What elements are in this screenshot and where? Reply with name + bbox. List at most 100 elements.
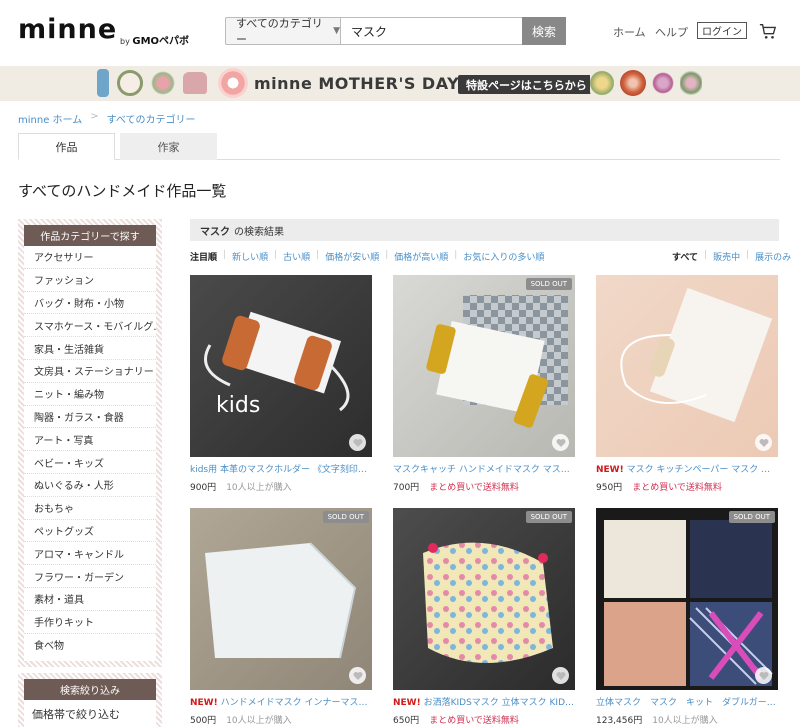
sidebar-item-flower[interactable]: フラワー・ガーデン [24, 565, 156, 588]
search-input[interactable] [340, 17, 522, 45]
filter-on-sale[interactable]: 販売中 [713, 250, 740, 263]
product-title[interactable]: NEW! マスク キッチンペーパー マスク サ… [596, 462, 778, 475]
sort-price-high[interactable]: 価格が高い順 [394, 250, 448, 263]
divider: | [223, 250, 227, 260]
product-card[interactable]: NEW! マスク キッチンペーパー マスク サ… 950円 まとめ買いで送料無料 [596, 275, 778, 493]
banner-image [151, 71, 175, 95]
product-title-text: 立体マスク マスク キット ダブルガー… [596, 698, 776, 708]
category-sidebar: 作品カテゴリーで探す アクセサリー ファッション バッグ・財布・小物 スマホケー… [18, 219, 162, 667]
banner-image [183, 72, 207, 94]
banner-special-link[interactable]: 特設ページはこちらから [458, 75, 595, 94]
sort-featured[interactable]: 注目順 [190, 250, 217, 263]
sidebar-item-bags[interactable]: バッグ・財布・小物 [24, 292, 156, 315]
chevron-down-icon: ▼ [333, 26, 340, 36]
sidebar-item-furniture[interactable]: 家具・生活雑貨 [24, 337, 156, 360]
sidebar-item-kits[interactable]: 手作りキット [24, 611, 156, 634]
cart-icon[interactable] [759, 22, 777, 40]
sort-oldest[interactable]: 古い順 [283, 250, 310, 263]
divider: | [385, 250, 389, 260]
product-title-text: ハンドメイドマスク インナーマスク 白 [220, 698, 372, 708]
product-card[interactable]: SOLD OUT NEW! お洒落KIDSマスク 立体マスク KIDS… 650… [393, 508, 575, 726]
sort-favorites[interactable]: お気に入りの多い順 [463, 250, 544, 263]
minne-logo[interactable]: minne [18, 14, 117, 45]
sort-newest[interactable]: 新しい順 [232, 250, 268, 263]
filter-all[interactable]: すべて [672, 250, 698, 263]
tab-artists[interactable]: 作家 [120, 133, 217, 160]
sidebar-item-knit[interactable]: ニット・編み物 [24, 383, 156, 406]
category-select[interactable]: すべてのカテゴリー ▼ [225, 17, 340, 46]
product-title-text: マスクキャッチ ハンドメイドマスク マス… [393, 465, 570, 475]
sidebar-item-phone-cases[interactable]: スマホケース・モバイルグ… [24, 314, 156, 338]
gmo-pepabo-logo: by GMOペパボ [120, 32, 189, 47]
favorite-heart-icon[interactable] [552, 434, 569, 451]
logo-sub-brand: GMOペパボ [132, 36, 190, 47]
home-link[interactable]: ホーム [613, 24, 646, 40]
sold-out-badge: SOLD OUT [322, 511, 369, 523]
product-card[interactable]: kids kids用 本革のマスクホルダー 《文字刻印オ… 900円 10人以上が… [190, 275, 372, 493]
sidebar-item-ceramics[interactable]: 陶器・ガラス・食器 [24, 406, 156, 429]
product-card[interactable]: SOLD OUT 立体マスク マスク キット ダブルガー… 123,456円 10… [596, 508, 778, 726]
sidebar-item-accessories[interactable]: アクセサリー [24, 246, 156, 269]
category-select-label: すべてのカテゴリー [236, 17, 323, 46]
sidebar-item-fashion[interactable]: ファッション [24, 269, 156, 292]
results-keyword: マスク [200, 226, 230, 238]
mothers-day-banner[interactable]: minne MOTHER'S DAY 特設ページはこちらから [0, 66, 800, 101]
favorite-heart-icon[interactable] [755, 434, 772, 451]
product-title[interactable]: NEW! お洒落KIDSマスク 立体マスク KIDS… [393, 695, 575, 708]
breadcrumb-all-categories[interactable]: すべてのカテゴリー [107, 111, 196, 126]
sidebar-item-aroma[interactable]: アロマ・キャンドル [24, 542, 156, 566]
product-title-text: マスク キッチンペーパー マスク サ… [626, 465, 778, 475]
sort-price-low[interactable]: 価格が安い順 [325, 250, 379, 263]
sidebar-item-food[interactable]: 食べ物 [24, 634, 156, 657]
product-price: 950円 [596, 483, 623, 493]
header: minne by GMOペパボ すべてのカテゴリー ▼ 検索 ホーム ヘルプ ロ… [0, 0, 800, 64]
product-price: 123,456円 [596, 716, 643, 726]
login-button[interactable]: ログイン [697, 22, 747, 39]
breadcrumb-home[interactable]: minne ホーム [18, 111, 82, 126]
sold-out-badge: SOLD OUT [525, 511, 572, 523]
product-title-text: kids用 本革のマスクホルダー 《文字刻印オ… [190, 465, 372, 475]
sidebar-item-baby-kids[interactable]: ベビー・キッズ [24, 451, 156, 474]
shipping-promo: まとめ買いで送料無料 [632, 483, 722, 493]
favorite-heart-icon[interactable] [755, 667, 772, 684]
search-button[interactable]: 検索 [522, 17, 566, 45]
favorite-heart-icon[interactable] [552, 667, 569, 684]
product-price: 500円 [190, 716, 217, 726]
sidebar-item-materials[interactable]: 素材・道具 [24, 588, 156, 611]
product-image[interactable]: SOLD OUT [393, 275, 575, 457]
favorite-heart-icon[interactable] [349, 667, 366, 684]
help-link[interactable]: ヘルプ [655, 24, 688, 40]
sidebar-item-stationery[interactable]: 文房具・ステーショナリー [24, 360, 156, 383]
banner-image [117, 70, 143, 96]
sidebar-item-art[interactable]: アート・写真 [24, 428, 156, 452]
new-badge: NEW! [596, 465, 624, 475]
divider: | [274, 250, 278, 260]
divider: | [454, 250, 458, 260]
product-image[interactable]: kids [190, 275, 372, 457]
product-image[interactable]: SOLD OUT [190, 508, 372, 690]
page-title: すべてのハンドメイド作品一覧 [18, 182, 227, 200]
search-bar: すべてのカテゴリー ▼ 検索 [225, 17, 566, 46]
tab-works[interactable]: 作品 [18, 133, 115, 160]
favorite-heart-icon[interactable] [349, 434, 366, 451]
product-title[interactable]: NEW! ハンドメイドマスク インナーマスク 白 [190, 695, 372, 708]
sidebar-item-dolls[interactable]: ぬいぐるみ・人形 [24, 474, 156, 497]
filter-heading: 検索絞り込み [24, 679, 156, 700]
sidebar-item-pets[interactable]: ペットグッズ [24, 520, 156, 543]
product-card[interactable]: SOLD OUT NEW! ハンドメイドマスク インナーマスク 白 500円 10… [190, 508, 372, 726]
price-filter-link[interactable]: 価格帯で絞り込む [24, 700, 156, 727]
product-image[interactable] [596, 275, 778, 457]
new-badge: NEW! [190, 698, 218, 708]
product-title[interactable]: 立体マスク マスク キット ダブルガー… [596, 695, 778, 708]
banner-image [590, 70, 614, 96]
product-image[interactable]: SOLD OUT [393, 508, 575, 690]
product-title[interactable]: マスクキャッチ ハンドメイドマスク マス… [393, 462, 575, 475]
divider: | [746, 250, 750, 260]
flower-icon [218, 68, 248, 98]
sidebar-item-toys[interactable]: おもちゃ [24, 497, 156, 520]
product-image[interactable]: SOLD OUT [596, 508, 778, 690]
logo-sub-prefix: by [120, 37, 130, 46]
product-title[interactable]: kids用 本革のマスクホルダー 《文字刻印オ… [190, 462, 372, 475]
product-card[interactable]: SOLD OUT マスクキャッチ ハンドメイドマスク マス… 700円 まとめ買い… [393, 275, 575, 493]
filter-display-only[interactable]: 展示のみ [755, 250, 791, 263]
